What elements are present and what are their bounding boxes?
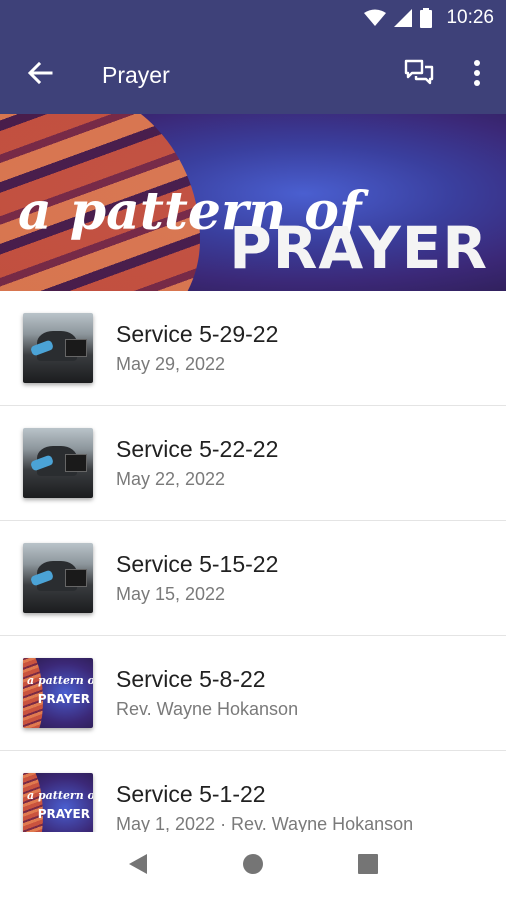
status-bar: 10:26 bbox=[0, 0, 506, 36]
banner-title-text: PRAYER bbox=[229, 214, 488, 282]
chat-icon bbox=[404, 59, 434, 92]
sermon-thumbnail bbox=[23, 428, 93, 498]
more-options-button[interactable] bbox=[448, 36, 506, 114]
nav-home-button[interactable] bbox=[228, 841, 278, 891]
recents-square-icon bbox=[358, 853, 379, 879]
back-triangle-icon bbox=[127, 852, 149, 881]
item-title: Service 5-15-22 bbox=[116, 551, 279, 577]
list-item[interactable]: Service 5-29-22 May 29, 2022 bbox=[0, 291, 506, 406]
sermon-thumbnail bbox=[23, 313, 93, 383]
item-title: Service 5-8-22 bbox=[116, 666, 266, 692]
item-title: Service 5-29-22 bbox=[116, 321, 279, 347]
series-thumbnail: a pattern of PRAYER bbox=[23, 773, 93, 832]
wifi-icon bbox=[364, 9, 387, 27]
home-circle-icon bbox=[242, 853, 264, 880]
list-item[interactable]: Service 5-15-22 May 15, 2022 bbox=[0, 521, 506, 636]
cell-signal-icon bbox=[394, 9, 413, 27]
item-title: Service 5-1-22 bbox=[116, 781, 266, 807]
status-time: 10:26 bbox=[446, 7, 494, 28]
nav-recents-button[interactable] bbox=[343, 841, 393, 891]
list-item[interactable]: Service 5-22-22 May 22, 2022 bbox=[0, 406, 506, 521]
series-banner: a pattern of PRAYER bbox=[0, 114, 506, 291]
thumb-script-text: a pattern of bbox=[27, 674, 93, 687]
series-thumbnail: a pattern of PRAYER bbox=[23, 658, 93, 728]
sermon-thumbnail bbox=[23, 543, 93, 613]
back-arrow-icon bbox=[27, 60, 53, 91]
system-nav-bar bbox=[0, 832, 506, 900]
back-button[interactable] bbox=[0, 36, 80, 114]
battery-icon bbox=[420, 8, 433, 28]
chat-button[interactable] bbox=[390, 36, 448, 114]
thumb-title-text: PRAYER bbox=[37, 807, 90, 821]
list-item[interactable]: a pattern of PRAYER Service 5-1-22 May 1… bbox=[0, 751, 506, 832]
item-subtitle: May 22, 2022 bbox=[116, 469, 226, 489]
item-subtitle: Rev. Wayne Hokanson bbox=[116, 699, 299, 719]
item-title: Service 5-22-22 bbox=[116, 436, 279, 462]
item-subtitle: May 15, 2022 bbox=[116, 584, 226, 604]
thumb-title-text: PRAYER bbox=[37, 692, 90, 706]
thumb-script-text: a pattern of bbox=[27, 789, 93, 802]
more-vert-icon bbox=[473, 59, 481, 91]
list-item[interactable]: a pattern of PRAYER Service 5-8-22 Rev. … bbox=[0, 636, 506, 751]
app-bar: Prayer bbox=[0, 36, 506, 114]
page-title: Prayer bbox=[102, 61, 170, 88]
sermon-list: Service 5-29-22 May 29, 2022 Service 5-2… bbox=[0, 291, 506, 832]
nav-back-button[interactable] bbox=[113, 841, 163, 891]
item-subtitle: May 1, 2022 · Rev. Wayne Hokanson bbox=[116, 814, 414, 832]
item-subtitle: May 29, 2022 bbox=[116, 354, 226, 374]
